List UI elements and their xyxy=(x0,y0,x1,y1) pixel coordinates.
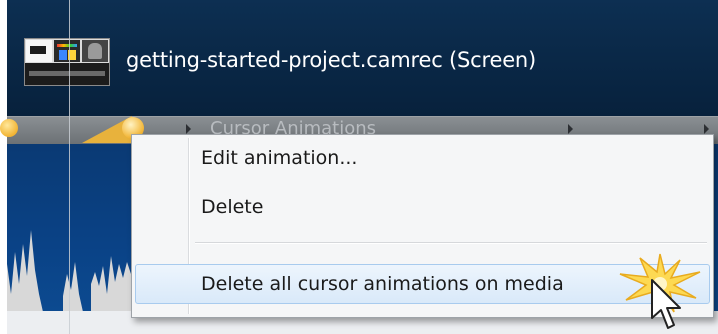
playhead[interactable] xyxy=(69,0,70,334)
menu-item-delete[interactable]: Delete xyxy=(135,187,710,227)
audio-waveform xyxy=(7,230,137,312)
animation-start-handle[interactable] xyxy=(0,119,18,137)
camtasia-timeline-window: getting-started-project.camrec (Screen) … xyxy=(0,0,718,334)
menu-separator xyxy=(195,242,707,244)
track-marker-icon xyxy=(568,124,573,134)
media-thumbnail-icon xyxy=(24,38,110,86)
menu-item-edit-animation[interactable]: Edit animation... xyxy=(135,138,710,178)
media-clip-title[interactable]: getting-started-project.camrec (Screen) xyxy=(126,48,536,72)
track-marker-icon xyxy=(704,124,709,134)
mouse-pointer-icon xyxy=(651,279,681,329)
track-marker-icon xyxy=(186,124,191,134)
